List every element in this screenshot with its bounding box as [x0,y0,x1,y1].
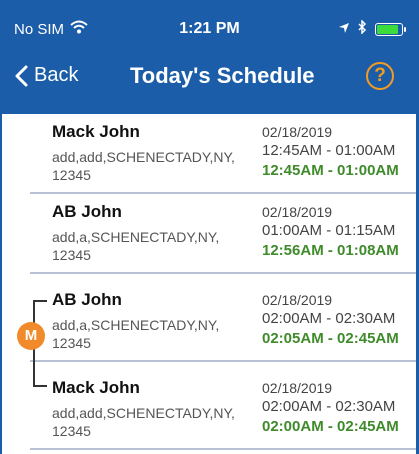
nav-bar: Back Today's Schedule ? [0,48,419,108]
appointment-row[interactable]: AB John add,a,SCHENECTADY,NY, 12345 02/1… [0,282,419,362]
help-button[interactable]: ? [366,62,394,90]
scheduled-start: 02:00AM [262,398,323,415]
time-separator: - [323,418,338,435]
actual-end: 02:45AM [337,418,399,435]
scheduled-end: 01:15AM [335,222,396,239]
battery-icon [375,22,406,36]
location-arrow-icon [338,21,350,38]
scheduled-time: 12:45AM - 01:00AM [262,142,395,159]
actual-start: 02:00AM [262,418,324,435]
merge-badge-icon[interactable]: M [17,322,45,350]
actual-end: 01:08AM [337,242,399,259]
time-separator: - [323,330,338,347]
time-separator: - [322,142,336,159]
appointment-row[interactable]: Mack John add,add,SCHENECTADY,NY, 12345 … [0,370,419,450]
time-separator: - [322,398,336,415]
chevron-left-icon [14,65,28,87]
actual-start: 12:45AM [262,162,324,179]
app-screen: No SIM 1:21 PM Back Today's Schedule ? M… [0,0,419,454]
time-separator: - [322,310,336,327]
time-separator: - [323,242,338,259]
actual-time: 02:05AM - 02:45AM [262,330,399,347]
actual-end: 01:00AM [337,162,399,179]
visit-date: 02/18/2019 [262,380,333,396]
client-name: AB John [52,290,122,309]
row-divider [30,272,419,274]
back-button[interactable]: Back [14,64,78,87]
appointment-list[interactable]: Mack John add,add,SCHENECTADY,NY, 12345 … [0,114,419,454]
visit-date: 02/18/2019 [262,292,333,308]
actual-time: 12:45AM - 01:00AM [262,162,399,179]
appointment-row[interactable]: Mack John add,add,SCHENECTADY,NY, 12345 … [0,114,419,194]
header: No SIM 1:21 PM Back Today's Schedule ? [0,0,419,114]
scheduled-end: 02:30AM [335,398,396,415]
client-name: Mack John [52,378,140,397]
scheduled-start: 01:00AM [262,222,323,239]
status-icons [338,19,406,38]
actual-end: 02:45AM [337,330,399,347]
row-divider [30,448,419,450]
back-label: Back [34,64,79,86]
client-address: add,a,SCHENECTADY,NY, 12345 [52,317,220,351]
scheduled-end: 01:00AM [335,142,396,159]
actual-time: 12:56AM - 01:08AM [262,242,399,259]
battery-level [377,24,399,34]
client-address: add,add,SCHENECTADY,NY, 12345 [52,405,235,439]
actual-time: 02:00AM - 02:45AM [262,418,399,435]
time-separator: - [322,222,336,239]
client-address: add,a,SCHENECTADY,NY, 12345 [52,229,220,263]
actual-start: 02:05AM [262,330,324,347]
scheduled-end: 02:30AM [335,310,396,327]
visit-date: 02/18/2019 [262,124,333,140]
actual-start: 12:56AM [262,242,324,259]
client-name: AB John [52,202,122,221]
page-title: Today's Schedule [130,63,315,88]
frame-edge-left [0,0,2,454]
client-name: Mack John [52,122,140,141]
client-address: add,add,SCHENECTADY,NY, 12345 [52,149,235,183]
scheduled-start: 02:00AM [262,310,323,327]
appointment-row[interactable]: AB John add,a,SCHENECTADY,NY, 12345 02/1… [0,194,419,274]
visit-date: 02/18/2019 [262,204,333,220]
scheduled-time: 02:00AM - 02:30AM [262,310,395,327]
status-bar: No SIM 1:21 PM [0,0,419,42]
scheduled-time: 01:00AM - 01:15AM [262,222,395,239]
time-separator: - [323,162,338,179]
row-divider [30,360,419,362]
bluetooth-icon [358,19,367,38]
scheduled-time: 02:00AM - 02:30AM [262,398,395,415]
scheduled-start: 12:45AM [262,142,323,159]
